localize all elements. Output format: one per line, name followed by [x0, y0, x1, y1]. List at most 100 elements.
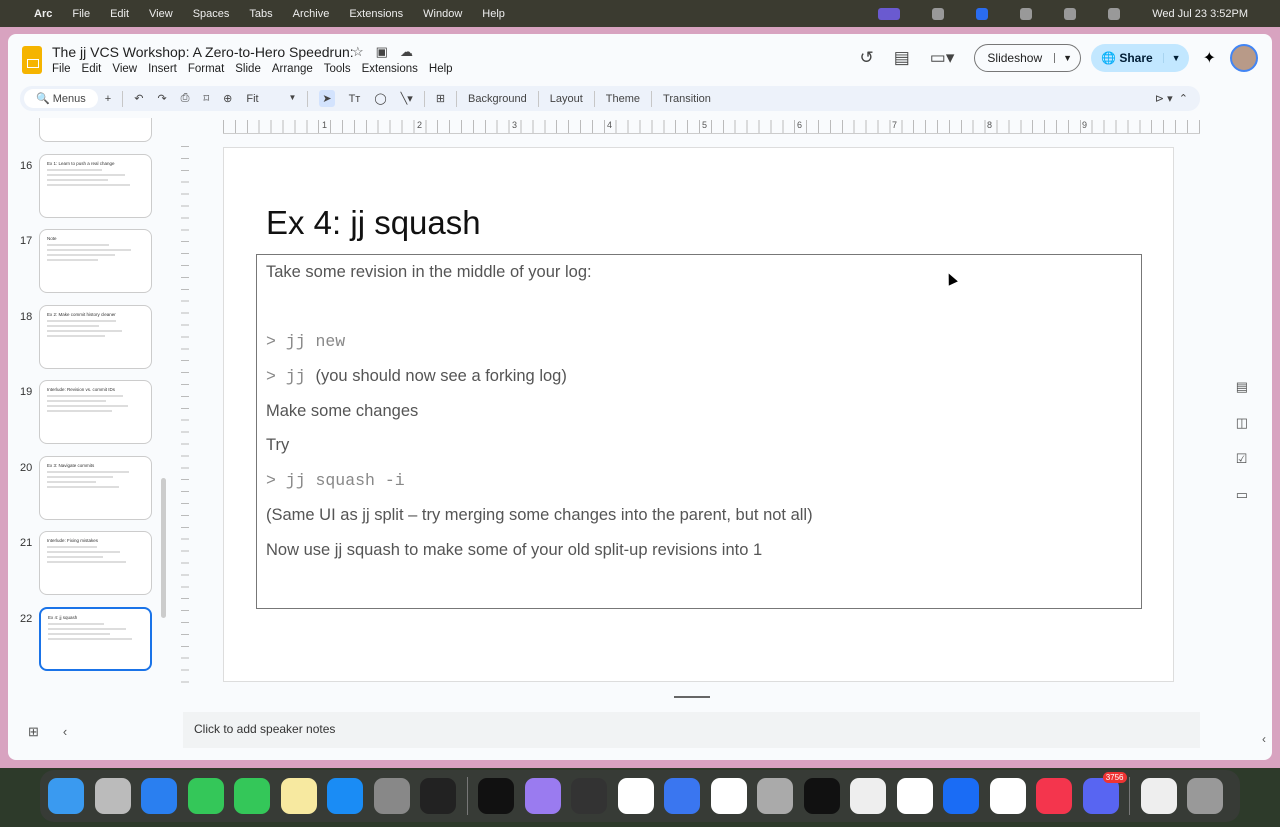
menu-extensions[interactable]: Extensions	[362, 63, 418, 75]
dock-zoom-icon[interactable]	[943, 778, 979, 814]
paint-format-icon[interactable]: ⌑	[203, 92, 209, 105]
avatar[interactable]	[1230, 44, 1258, 72]
dock-textedit-icon[interactable]	[850, 778, 886, 814]
menubar-item-window[interactable]: Window	[423, 8, 462, 20]
horizontal-ruler[interactable]: 1 2 3 4 5 6 7 8 9	[223, 120, 1200, 134]
search-icon[interactable]	[1064, 7, 1077, 20]
add-comment-icon[interactable]: ⊞	[436, 92, 445, 105]
dock-layers-icon[interactable]	[420, 778, 456, 814]
menu-arrange[interactable]: Arrange	[272, 63, 313, 75]
document-title[interactable]: The jj VCS Workshop: A Zero-to-Hero Spee…	[52, 44, 354, 60]
slides-logo-icon[interactable]	[22, 46, 42, 74]
dock-music-icon[interactable]	[1036, 778, 1072, 814]
slide-thumbnail[interactable]: Ex 2: Make commit history cleaner	[39, 304, 152, 369]
slide-thumbnail[interactable]: Step 0.5: Create a base bookmark to work…	[39, 118, 152, 142]
line-icon[interactable]: ╲▾	[401, 92, 413, 105]
menu-format[interactable]: Format	[188, 63, 224, 75]
filmstrip-scrollbar[interactable]	[161, 478, 166, 618]
keep-icon[interactable]: ◫	[1236, 415, 1248, 431]
dock-safari-icon[interactable]	[141, 778, 177, 814]
zoom-status-icon[interactable]	[976, 7, 989, 20]
version-history-icon[interactable]: ↺	[859, 48, 873, 68]
slide-thumbnail[interactable]: Interlude: Revision vs. commit IDs	[39, 380, 152, 444]
menu-file[interactable]: File	[52, 63, 71, 75]
search-menus-input[interactable]: 🔍 Menus	[24, 89, 98, 108]
theme-button[interactable]: Theme	[606, 93, 640, 105]
zoom-icon[interactable]: ⊕	[223, 92, 232, 105]
menu-edit[interactable]: Edit	[82, 63, 102, 75]
dock-zip-file-icon[interactable]	[1140, 778, 1177, 814]
tasks-icon[interactable]: ☑	[1236, 451, 1248, 467]
speaker-notes[interactable]: Click to add speaker notes	[183, 712, 1200, 748]
screen-share-icon[interactable]	[878, 7, 901, 20]
share-dropdown[interactable]: ▼	[1162, 53, 1189, 63]
menubar-item-file[interactable]: File	[72, 8, 90, 20]
slide-thumbnail[interactable]: Note	[39, 229, 152, 293]
vertical-ruler[interactable]	[181, 146, 189, 691]
menubar-item-help[interactable]: Help	[482, 8, 505, 20]
slides-panel-icon[interactable]: ▤	[1236, 379, 1248, 395]
dock-signal-icon[interactable]	[664, 778, 700, 814]
undo-icon[interactable]: ↶	[134, 92, 143, 105]
dock-notion-icon[interactable]	[896, 778, 933, 814]
background-button[interactable]: Background	[468, 93, 527, 105]
dock-chrome-icon[interactable]	[710, 778, 747, 814]
menu-help[interactable]: Help	[429, 63, 453, 75]
menubar-item-extensions[interactable]: Extensions	[349, 8, 403, 20]
dock-app-store-icon[interactable]	[327, 778, 363, 814]
wifi-icon[interactable]	[1020, 7, 1033, 20]
meet-video-icon[interactable]: ▭▾	[930, 48, 955, 68]
menubar-item-edit[interactable]: Edit	[110, 8, 129, 20]
menubar-item-spaces[interactable]: Spaces	[193, 8, 230, 20]
expand-side-panel-icon[interactable]: ‹	[1262, 732, 1266, 746]
slide-canvas[interactable]: Ex 4: jj squash Take some revision in th…	[223, 147, 1174, 682]
clock[interactable]: Wed Jul 23 3:52PM	[1152, 8, 1248, 20]
dock-app-star-icon[interactable]	[757, 778, 793, 814]
slide-thumbnail[interactable]: Ex 3: Navigate commits	[39, 455, 152, 520]
dock-notes-icon[interactable]	[280, 778, 317, 814]
share-button[interactable]: 🌐 Share ▼	[1091, 44, 1189, 72]
slide-thumbnail[interactable]: Ex 4: jj squash	[39, 606, 152, 671]
collapse-toolbar-icon[interactable]: ⊳ ▾ ⌃	[1155, 92, 1188, 105]
menu-tools[interactable]: Tools	[324, 63, 351, 75]
slideshow-dropdown[interactable]: ▼	[1054, 53, 1080, 63]
menu-view[interactable]: View	[112, 63, 137, 75]
new-slide-icon[interactable]: +	[105, 93, 111, 105]
dock-launchpad-icon[interactable]	[94, 778, 131, 814]
dock-vscode-icon[interactable]	[617, 778, 654, 814]
menubar-item-view[interactable]: View	[149, 8, 173, 20]
layout-button[interactable]: Layout	[550, 93, 583, 105]
dock-facetime-icon[interactable]	[234, 778, 270, 814]
transition-button[interactable]: Transition	[663, 93, 711, 105]
gemini-icon[interactable]: ✦	[1203, 48, 1216, 68]
menu-slide[interactable]: Slide	[235, 63, 261, 75]
comments-icon[interactable]: ▤	[894, 48, 910, 68]
drive-folder-icon[interactable]: ▭	[1236, 487, 1248, 503]
print-icon[interactable]: ⎙	[181, 92, 190, 105]
collapse-filmstrip-icon[interactable]: ‹	[63, 724, 67, 740]
shape-icon[interactable]: ◯	[374, 92, 386, 105]
move-folder-icon[interactable]: ▣	[376, 44, 388, 60]
star-icon[interactable]: ☆	[352, 44, 364, 60]
redo-icon[interactable]: ↷	[157, 92, 166, 105]
dock-trash-icon[interactable]	[1187, 778, 1223, 814]
dock-discord-icon[interactable]: 3756	[1082, 772, 1127, 814]
grid-view-icon[interactable]: ⊞	[28, 724, 39, 740]
cloud-status-icon[interactable]: ☁	[400, 44, 413, 60]
dock-brave-icon[interactable]	[989, 778, 1026, 814]
text-box-icon[interactable]: Tт	[349, 93, 361, 105]
control-center-icon[interactable]	[1108, 7, 1121, 20]
slide-title[interactable]: Ex 4: jj squash	[266, 204, 481, 242]
slide-thumbnail[interactable]: Interlude: Fixing mistakes	[39, 531, 152, 595]
zoom-select[interactable]: Fit ▼	[246, 93, 296, 105]
dock-app-dark-icon[interactable]	[478, 778, 514, 814]
menubar-item-tabs[interactable]: Tabs	[249, 8, 272, 20]
notes-resize-handle[interactable]	[674, 696, 710, 698]
menubar-item-archive[interactable]: Archive	[293, 8, 330, 20]
menu-insert[interactable]: Insert	[148, 63, 177, 75]
dock-quicktime-icon[interactable]	[571, 778, 607, 814]
status-icon[interactable]	[932, 7, 945, 20]
select-cursor-icon[interactable]: ➤	[319, 90, 335, 107]
menubar-app-name[interactable]: Arc	[34, 8, 52, 20]
dock-messages-icon[interactable]	[187, 778, 224, 814]
